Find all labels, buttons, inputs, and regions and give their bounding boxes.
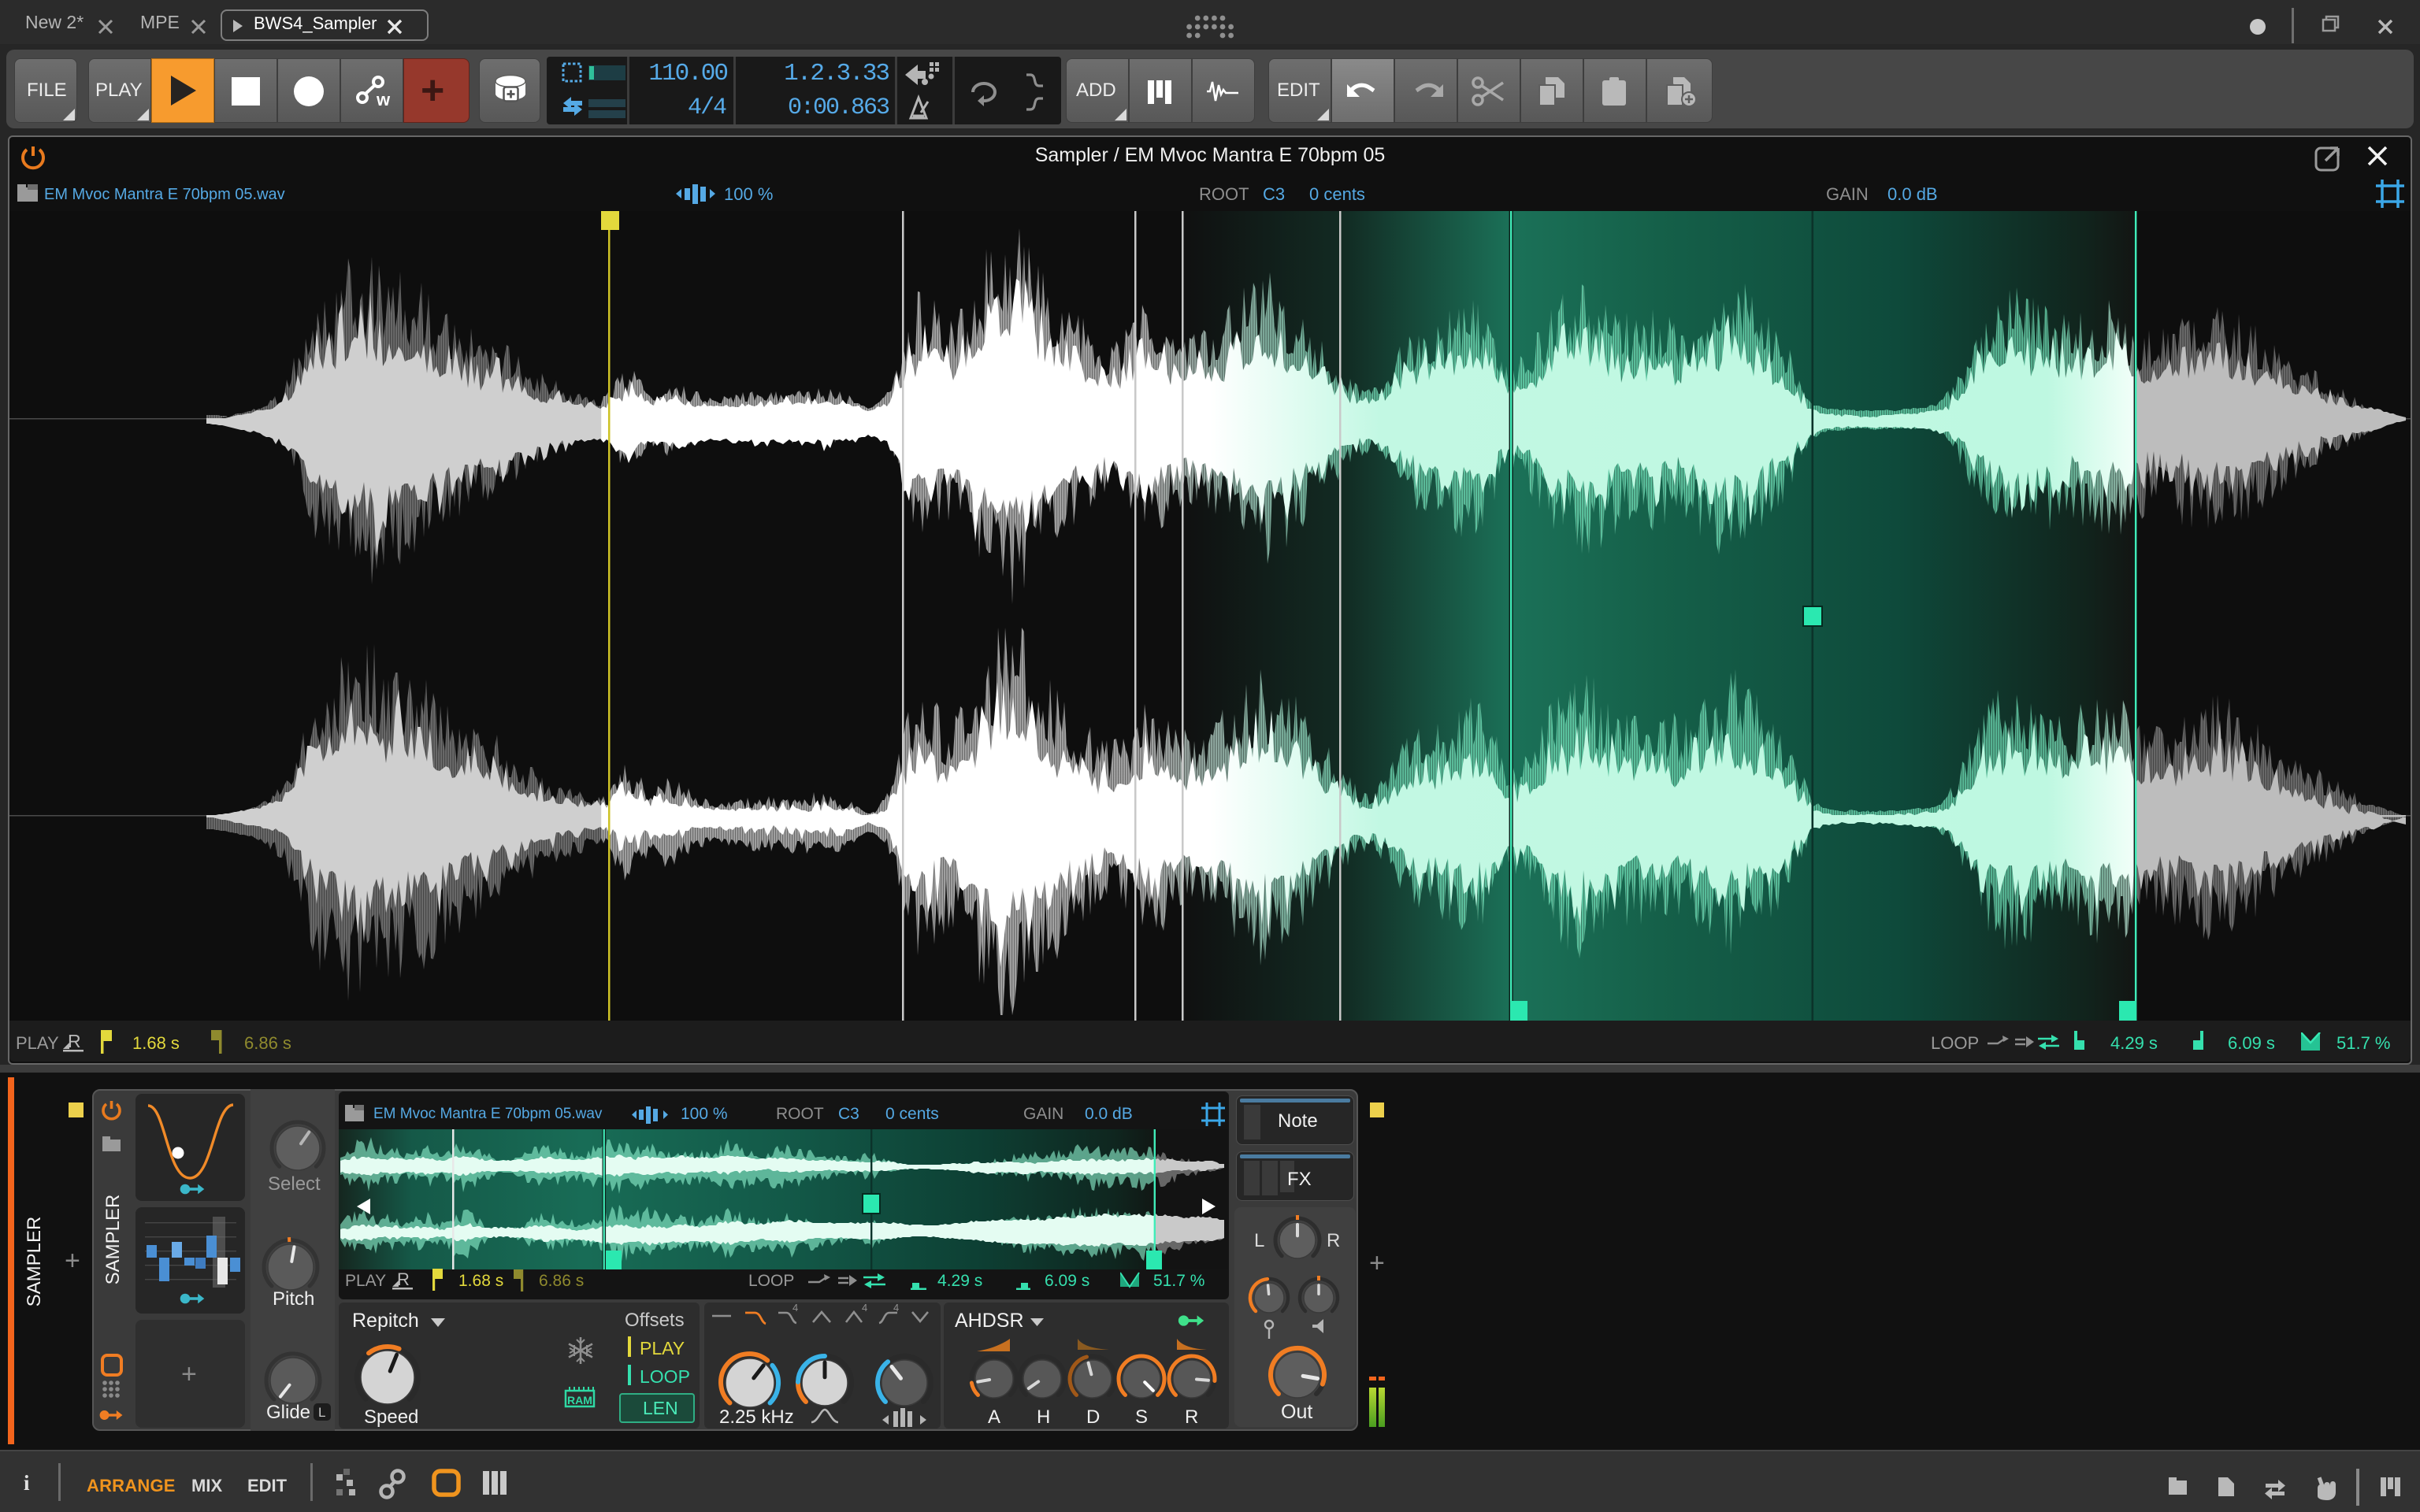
svg-text:RAM: RAM (567, 1394, 592, 1406)
svg-text:w: w (376, 90, 391, 109)
svg-text:R: R (68, 1032, 81, 1051)
svg-text:R: R (397, 1270, 410, 1289)
